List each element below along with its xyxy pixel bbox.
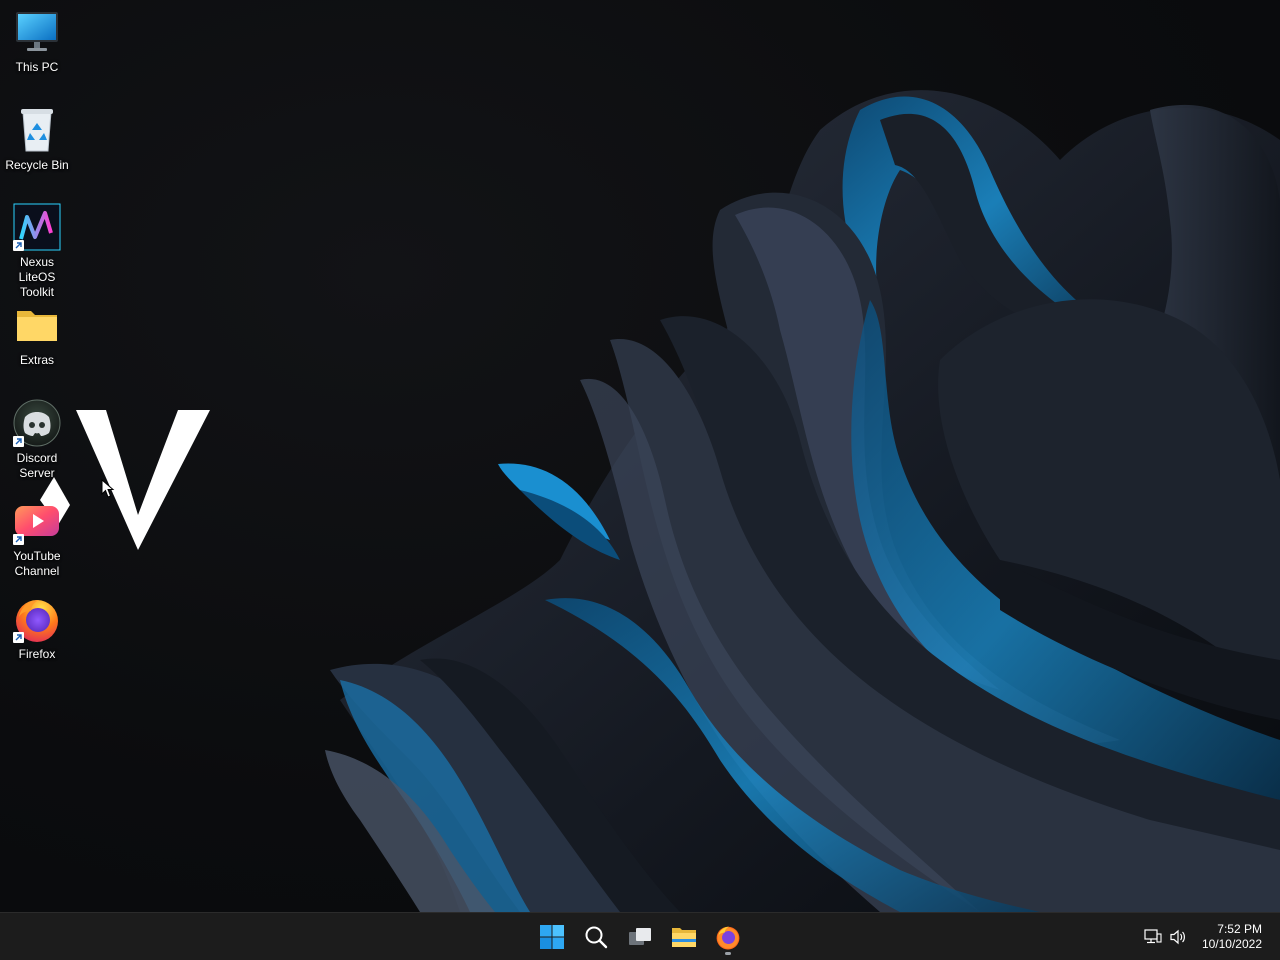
task-view-icon	[629, 928, 651, 945]
start-button[interactable]	[532, 917, 572, 957]
desktop-icon-label: Extras	[19, 353, 54, 367]
search-button[interactable]	[576, 917, 616, 957]
computer-monitor-icon	[13, 8, 61, 56]
clock-time: 7:52 PM	[1217, 922, 1262, 936]
firefox-icon	[716, 926, 740, 950]
desktop-icon-youtube-channel[interactable]: YouTube Channel	[0, 497, 74, 579]
desktop-icon-nexus-liteos-toolkit[interactable]: Nexus LiteOS Toolkit	[0, 203, 74, 300]
youtube-icon	[13, 497, 61, 545]
discord-icon	[13, 399, 61, 447]
nexus-liteos-logo-icon	[13, 203, 61, 251]
clock[interactable]: 7:52 PM 10/10/2022	[1202, 922, 1262, 952]
folder-icon	[672, 928, 696, 947]
mouse-cursor-icon	[101, 479, 115, 498]
taskbar: 7:52 PM 10/10/2022	[0, 912, 1280, 960]
task-view-button[interactable]	[620, 917, 660, 957]
file-explorer-button[interactable]	[664, 917, 704, 957]
desktop-icon-label: Firefox	[18, 647, 56, 661]
search-icon	[585, 926, 608, 949]
running-indicator	[725, 952, 731, 955]
network-icon[interactable]	[1143, 927, 1163, 947]
desktop-icon-label: Recycle Bin	[5, 158, 69, 172]
shortcut-arrow-icon	[13, 534, 24, 545]
clock-date: 10/10/2022	[1201, 937, 1262, 951]
desktop-icon-extras[interactable]: Extras	[0, 301, 74, 368]
shortcut-arrow-icon	[13, 632, 24, 643]
shortcut-arrow-icon	[13, 436, 24, 447]
firefox-icon	[13, 595, 61, 643]
desktop-icon-label: Nexus LiteOS Toolkit	[18, 255, 56, 299]
desktop-icon-label: This PC	[15, 60, 59, 74]
desktop-icon-recycle-bin[interactable]: Recycle Bin	[0, 106, 74, 173]
desktop-icon-firefox[interactable]: Firefox	[0, 595, 74, 662]
volume-icon[interactable]	[1168, 927, 1188, 947]
windows-logo-icon	[540, 925, 564, 949]
firefox-taskbar-button[interactable]	[708, 917, 748, 957]
recycle-bin-icon	[13, 106, 61, 154]
desktop-icon-this-pc[interactable]: This PC	[0, 8, 74, 75]
shortcut-arrow-icon	[13, 240, 24, 251]
desktop-icon-label: YouTube Channel	[13, 549, 61, 578]
folder-icon	[13, 301, 61, 349]
desktop-icon-discord-server[interactable]: Discord Server	[0, 399, 74, 481]
desktop-icon-label: Discord Server	[16, 451, 58, 480]
desktop[interactable]: This PC Recycle Bin Nexus LiteOS Toolkit…	[0, 0, 1280, 912]
